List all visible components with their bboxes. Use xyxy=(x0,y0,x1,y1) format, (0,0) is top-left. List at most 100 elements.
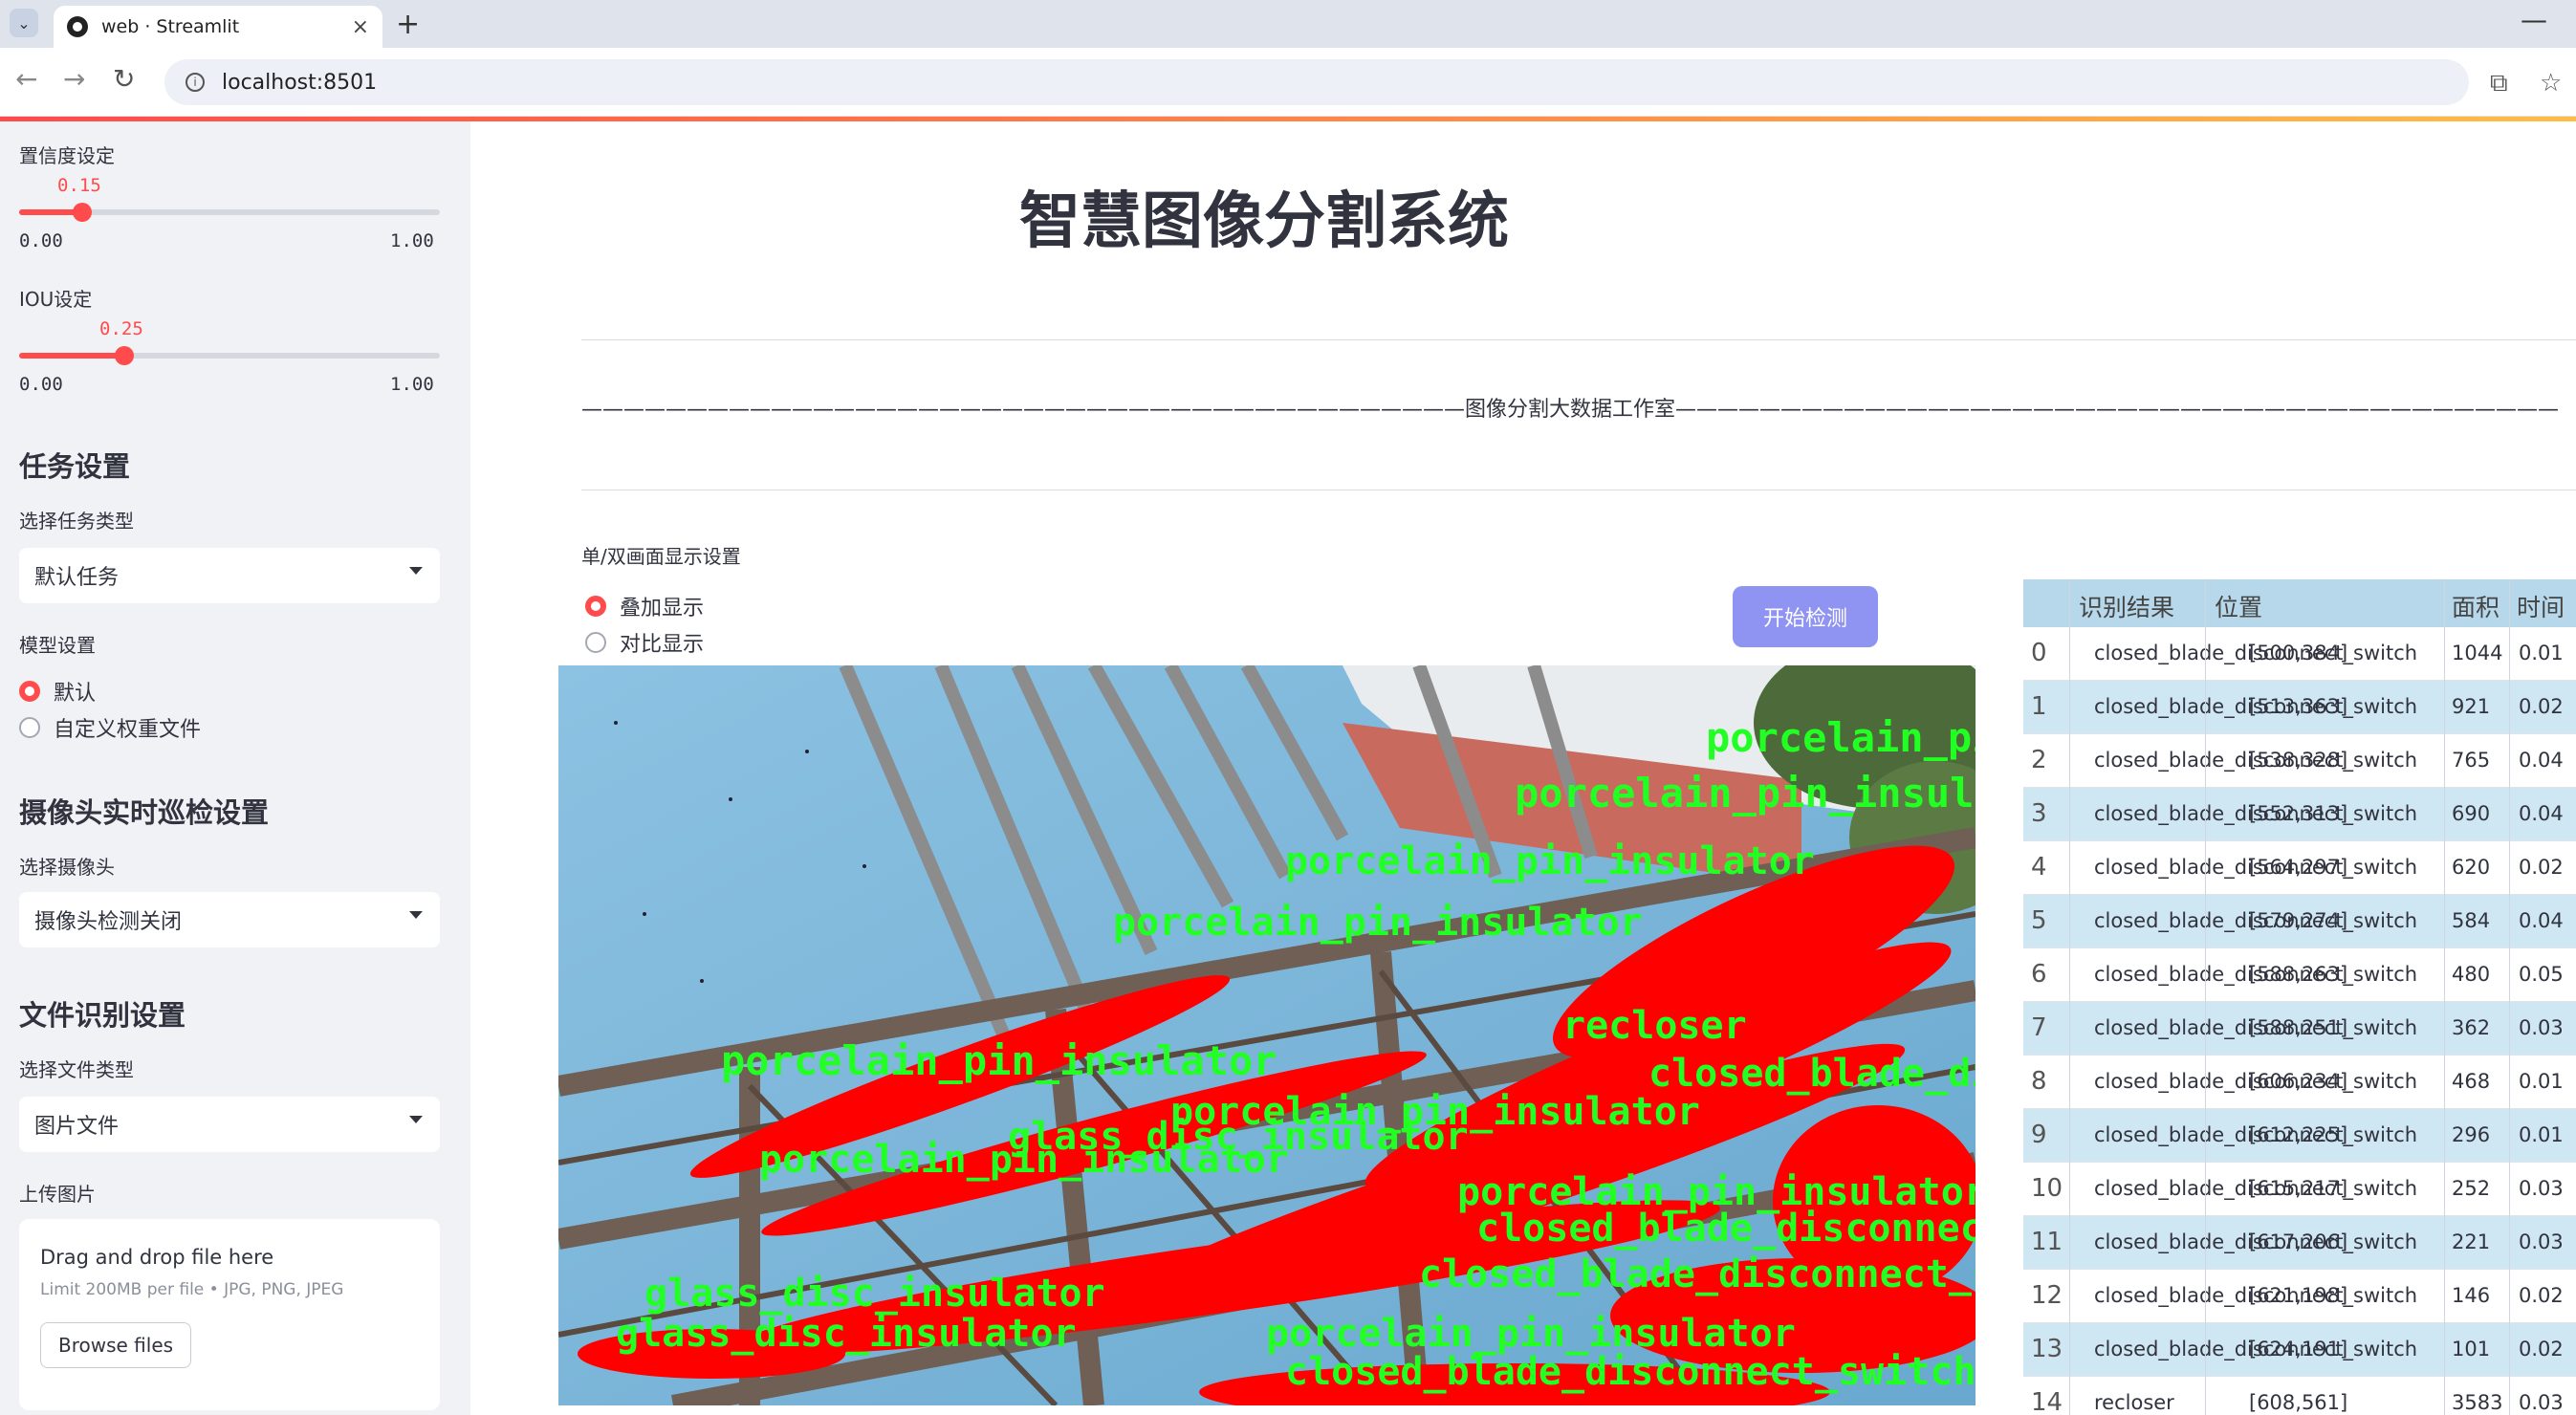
window-minimize-icon[interactable]: — xyxy=(2521,4,2547,35)
table-row[interactable]: 0 closed_blade_disconnect_switch [500,384]… xyxy=(2023,627,2576,681)
url-bar[interactable]: i localhost:8501 xyxy=(164,59,2469,105)
table-row[interactable]: 8 closed_blade_disconnect_switch [606,234]… xyxy=(2023,1056,2576,1109)
display-option-compare[interactable]: 对比显示 xyxy=(585,627,704,658)
task-section-heading: 任务设置 xyxy=(19,450,131,483)
bookmark-star-icon[interactable]: ☆ xyxy=(2540,69,2562,98)
cell-position: [588,263] xyxy=(2249,963,2348,986)
table-row[interactable]: 4 closed_blade_disconnect_switch [564,297]… xyxy=(2023,841,2576,895)
start-detection-button[interactable]: 开始检测 xyxy=(1733,586,1878,647)
back-icon[interactable]: ← xyxy=(15,63,37,95)
file-section-heading: 文件识别设置 xyxy=(19,999,186,1032)
cell-position: [513,363] xyxy=(2249,695,2348,718)
cell-position: [588,251] xyxy=(2249,1016,2348,1039)
column-header-position: 位置 xyxy=(2215,594,2263,621)
cell-area: 584 xyxy=(2452,909,2491,932)
chevron-down-icon xyxy=(409,567,423,575)
column-divider xyxy=(2444,579,2445,1415)
column-header-time: 时间 xyxy=(2517,594,2565,621)
camera-select[interactable]: 摄像头检测关闭 xyxy=(19,892,440,947)
table-row[interactable]: 11 closed_blade_disconnect_switch [617,206… xyxy=(2023,1216,2576,1270)
site-info-icon[interactable]: i xyxy=(186,73,205,92)
row-index: 7 xyxy=(2031,1013,2047,1042)
cell-area: 480 xyxy=(2452,963,2491,986)
tab-close-icon[interactable]: × xyxy=(352,15,369,39)
forward-icon[interactable]: → xyxy=(63,63,85,95)
segmentation-overlay-svg: porcelain_pin_insulator porcelain_pin_in… xyxy=(558,665,1976,1405)
confidence-slider-thumb[interactable] xyxy=(73,203,92,222)
results-table[interactable]: 识别结果 位置 面积 时间 0 closed_blade_disconnect_s… xyxy=(2023,579,2576,1415)
task-type-select[interactable]: 默认任务 xyxy=(19,548,440,603)
task-type-label: 选择任务类型 xyxy=(19,510,134,533)
iou-slider-fill xyxy=(19,353,124,359)
display-option-overlay[interactable]: 叠加显示 xyxy=(585,591,704,621)
iou-slider-thumb[interactable] xyxy=(115,346,134,365)
model-label: 模型设置 xyxy=(19,634,96,657)
cell-area: 1044 xyxy=(2452,642,2503,664)
cell-position: [615,217] xyxy=(2249,1177,2348,1200)
svg-text:porcelain_pin_insulator: porcelain_pin_insulator xyxy=(1285,839,1815,883)
browser-tab[interactable]: web · Streamlit × xyxy=(54,6,382,48)
cell-time: 0.02 xyxy=(2519,856,2564,879)
svg-text:porcelain_pin_insulator: porcelain_pin_insulator xyxy=(1706,714,1976,761)
table-row[interactable]: 1 closed_blade_disconnect_switch [513,363]… xyxy=(2023,681,2576,734)
table-row[interactable]: 10 closed_blade_disconnect_switch [615,217… xyxy=(2023,1163,2576,1216)
table-row[interactable]: 14 recloser [608,561] 3583 0.03 xyxy=(2023,1377,2576,1415)
cell-area: 468 xyxy=(2452,1070,2491,1093)
new-tab-icon[interactable]: + xyxy=(396,8,420,41)
browse-files-button[interactable]: Browse files xyxy=(40,1322,192,1368)
model-option-label: 自定义权重文件 xyxy=(54,718,202,742)
column-header-area: 面积 xyxy=(2452,594,2500,621)
model-option-custom[interactable]: 自定义权重文件 xyxy=(19,712,201,743)
cell-area: 362 xyxy=(2452,1016,2491,1039)
iou-value: 0.25 xyxy=(99,318,143,339)
column-divider xyxy=(2205,579,2206,1415)
cell-area: 146 xyxy=(2452,1284,2491,1307)
camera-label: 选择摄像头 xyxy=(19,856,115,879)
reload-icon[interactable]: ↻ xyxy=(113,63,135,95)
model-option-default[interactable]: 默认 xyxy=(19,676,96,707)
radio-selected-icon xyxy=(19,681,40,702)
cell-area: 620 xyxy=(2452,856,2491,879)
table-row[interactable]: 2 closed_blade_disconnect_switch [538,328]… xyxy=(2023,734,2576,788)
display-mode-label: 单/双画面显示设置 xyxy=(581,545,741,568)
tab-search-dropdown-icon[interactable]: ⌄ xyxy=(10,9,38,37)
cell-position: [608,561] xyxy=(2249,1391,2348,1414)
confidence-slider[interactable] xyxy=(19,203,440,222)
table-row[interactable]: 7 closed_blade_disconnect_switch [588,251]… xyxy=(2023,1002,2576,1056)
row-index: 13 xyxy=(2031,1335,2063,1363)
table-row[interactable]: 3 closed_blade_disconnect_switch [552,313]… xyxy=(2023,788,2576,841)
task-type-value: 默认任务 xyxy=(34,566,120,590)
svg-text:closed_blade_disconnect_switch: closed_blade_disconnect_switch xyxy=(1476,1207,1976,1251)
display-option-label: 叠加显示 xyxy=(620,597,705,620)
table-row[interactable]: 5 closed_blade_disconnect_switch [579,274]… xyxy=(2023,895,2576,948)
table-row[interactable]: 12 closed_blade_disconnect_switch [621,198… xyxy=(2023,1270,2576,1323)
file-type-label: 选择文件类型 xyxy=(19,1058,134,1081)
svg-text:closed_blade_disconnect_switch: closed_blade_disconnect_switch xyxy=(1285,1350,1976,1394)
iou-slider[interactable] xyxy=(19,346,440,365)
streamlit-favicon-icon xyxy=(67,16,88,37)
cell-result: recloser xyxy=(2094,1391,2174,1414)
tab-title: web · Streamlit xyxy=(101,16,240,37)
table-row[interactable]: 6 closed_blade_disconnect_switch [588,263]… xyxy=(2023,948,2576,1002)
translate-icon[interactable]: ⧉ xyxy=(2490,69,2508,98)
cell-area: 296 xyxy=(2452,1123,2491,1146)
file-uploader-dropzone[interactable]: Drag and drop file here Limit 200MB per … xyxy=(19,1219,440,1410)
row-index: 2 xyxy=(2031,746,2047,774)
table-row[interactable]: 9 closed_blade_disconnect_switch [612,225]… xyxy=(2023,1109,2576,1163)
svg-text:recloser: recloser xyxy=(1562,1004,1747,1048)
cell-position: [552,313] xyxy=(2249,802,2348,825)
cell-time: 0.02 xyxy=(2519,1338,2564,1361)
cell-position: [606,234] xyxy=(2249,1070,2348,1093)
column-header-result: 识别结果 xyxy=(2079,594,2175,621)
upload-title: Drag and drop file here xyxy=(40,1246,274,1269)
table-row[interactable]: 13 closed_blade_disconnect_switch [624,191… xyxy=(2023,1323,2576,1377)
file-type-select[interactable]: 图片文件 xyxy=(19,1097,440,1152)
page-title: 智慧图像分割系统 xyxy=(1019,186,1509,257)
sidebar: 置信度设定 0.15 0.00 1.00 IOU设定 0.25 0.00 1.0… xyxy=(0,121,470,1415)
cell-area: 921 xyxy=(2452,695,2491,718)
cell-time: 0.03 xyxy=(2519,1016,2564,1039)
cell-time: 0.02 xyxy=(2519,1284,2564,1307)
browser-tab-bar: ⌄ web · Streamlit × + — xyxy=(0,0,2576,48)
cell-position: [579,274] xyxy=(2249,909,2348,932)
column-divider xyxy=(2069,579,2070,1415)
